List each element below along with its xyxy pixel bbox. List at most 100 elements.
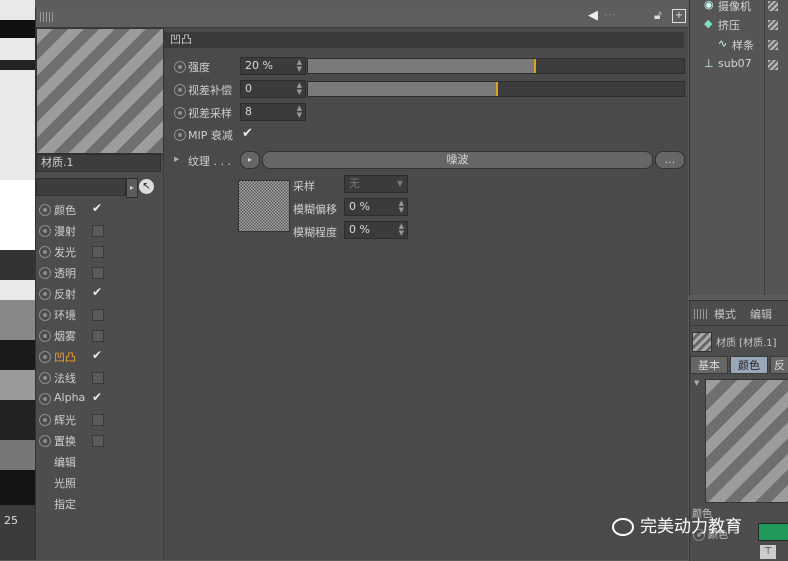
channel-radio[interactable]	[39, 435, 51, 447]
channel-row[interactable]: 烟雾	[36, 326, 163, 346]
channel-radio[interactable]	[39, 393, 51, 405]
channel-row[interactable]: 漫射	[36, 221, 163, 241]
texture-arrow-button[interactable]: ▸	[240, 151, 260, 169]
channel-radio[interactable]	[39, 246, 51, 258]
attr-tab[interactable]: 反	[770, 356, 788, 374]
noise-preview	[238, 180, 290, 232]
divider	[690, 325, 788, 326]
channel-checkbox[interactable]: ✔	[92, 286, 102, 298]
pick-arrow-icon[interactable]: ↖	[139, 179, 154, 194]
mip-radio[interactable]	[174, 129, 186, 141]
channel-radio[interactable]	[39, 372, 51, 384]
channel-row[interactable]: 发光	[36, 242, 163, 262]
mip-checkbox[interactable]: ✔	[242, 126, 253, 141]
visibility-tag-icon[interactable]	[768, 60, 778, 70]
channel-checkbox[interactable]	[92, 225, 104, 237]
channel-checkbox[interactable]	[92, 330, 104, 342]
visibility-tag-icon[interactable]	[768, 1, 778, 11]
object-item-label[interactable]: 样条	[732, 37, 754, 53]
spline-icon: ∿	[718, 37, 728, 50]
stepper-icon[interactable]: ▲ ▼	[297, 105, 302, 119]
channel-row[interactable]: 凹凸 ✔	[36, 347, 163, 367]
back-arrow-icon[interactable]: ◀	[588, 8, 598, 23]
strength-value: 20 %	[245, 59, 273, 72]
dropdown-icon: ▼	[396, 179, 403, 188]
channel-row[interactable]: 辉光	[36, 410, 163, 430]
channel-row[interactable]: Alpha ✔	[36, 389, 163, 409]
link-dropdown-icon[interactable]: ▸	[126, 178, 138, 198]
channel-checkbox[interactable]	[92, 309, 104, 321]
collapse-arrow-icon[interactable]: ▼	[694, 379, 699, 387]
parallax-offset-slider[interactable]	[307, 81, 685, 97]
more-button[interactable]: ...	[655, 151, 685, 169]
strength-slider-fill	[308, 59, 536, 73]
channel-radio[interactable]	[39, 351, 51, 363]
lock-icon[interactable]: 🔓︎	[654, 8, 662, 23]
object-manager: ◉ 摄像机 ◆ 挤压 ∿ 样条 ⊥ sub07	[689, 0, 788, 295]
channel-checkbox[interactable]: ✔	[92, 349, 102, 361]
strength-radio[interactable]	[174, 61, 186, 73]
material-name-field[interactable]: 材质.1	[36, 154, 161, 172]
grip-icon[interactable]	[694, 309, 708, 319]
strength-slider[interactable]	[307, 58, 685, 74]
strength-field[interactable]: 20 % ▲ ▼	[240, 57, 306, 75]
channel-checkbox[interactable]	[92, 372, 104, 384]
channel-radio[interactable]	[39, 330, 51, 342]
material-link-field[interactable]	[36, 178, 126, 196]
stepper-icon[interactable]: ▲ ▼	[399, 223, 404, 237]
object-item-label[interactable]: sub07	[718, 57, 752, 70]
channel-row[interactable]: 法线	[36, 368, 163, 388]
menu-mode[interactable]: 模式	[714, 306, 736, 322]
new-window-icon[interactable]: +	[672, 9, 686, 23]
channel-row[interactable]: 置换	[36, 431, 163, 451]
parallax-offset-radio[interactable]	[174, 84, 186, 96]
blur-scale-value: 0 %	[349, 223, 370, 236]
material-preview[interactable]	[36, 28, 164, 154]
stepper-icon[interactable]: ▲ ▼	[297, 82, 302, 96]
color-picker-icon[interactable]: ⊤	[760, 545, 776, 559]
channel-radio[interactable]	[39, 288, 51, 300]
channel-row[interactable]: 环境	[36, 305, 163, 325]
parallax-offset-field[interactable]: 0 ▲ ▼	[240, 80, 306, 98]
parallax-samples-radio[interactable]	[174, 107, 186, 119]
color-swatch[interactable]	[758, 523, 788, 541]
visibility-tag-icon[interactable]	[768, 20, 778, 30]
object-item-label[interactable]: 挤压	[718, 17, 740, 33]
shader-button[interactable]: 噪波	[262, 151, 653, 169]
channel-checkbox[interactable]	[92, 435, 104, 447]
dots-icon[interactable]: ···	[604, 8, 615, 22]
channel-row[interactable]: 颜色 ✔	[36, 200, 163, 220]
channel-row[interactable]: 透明	[36, 263, 163, 283]
parallax-samples-field[interactable]: 8 ▲ ▼	[240, 103, 306, 121]
extra-item[interactable]: 编辑	[54, 454, 76, 470]
channel-radio[interactable]	[39, 309, 51, 321]
channel-row[interactable]: 反射 ✔	[36, 284, 163, 304]
channel-label: 置换	[54, 435, 76, 448]
viewport[interactable]: 25	[0, 0, 35, 560]
stepper-icon[interactable]: ▲ ▼	[399, 200, 404, 214]
channel-radio[interactable]	[39, 225, 51, 237]
extra-item[interactable]: 指定	[54, 496, 76, 512]
object-item-label[interactable]: 摄像机	[718, 0, 751, 14]
frame-number: 25	[4, 514, 18, 527]
menu-edit[interactable]: 编辑	[750, 306, 772, 322]
attr-material-preview[interactable]	[705, 379, 788, 503]
grip-icon[interactable]	[40, 12, 54, 22]
extra-item[interactable]: 光照	[54, 475, 76, 491]
visibility-tag-icon[interactable]	[768, 40, 778, 50]
channel-checkbox[interactable]: ✔	[92, 391, 102, 403]
attr-tab[interactable]: 颜色	[730, 356, 768, 374]
channel-checkbox[interactable]	[92, 267, 104, 279]
expand-arrow-icon[interactable]: ▶	[174, 155, 179, 163]
channel-checkbox[interactable]: ✔	[92, 202, 102, 214]
attr-tab[interactable]: 基本	[690, 356, 728, 374]
channel-checkbox[interactable]	[92, 414, 104, 426]
blur-offset-field[interactable]: 0 % ▲ ▼	[344, 198, 408, 216]
sampling-dropdown[interactable]: 无 ▼	[344, 175, 408, 193]
channel-radio[interactable]	[39, 267, 51, 279]
blur-scale-field[interactable]: 0 % ▲ ▼	[344, 221, 408, 239]
channel-radio[interactable]	[39, 204, 51, 216]
channel-checkbox[interactable]	[92, 246, 104, 258]
channel-radio[interactable]	[39, 414, 51, 426]
stepper-icon[interactable]: ▲ ▼	[297, 59, 302, 73]
